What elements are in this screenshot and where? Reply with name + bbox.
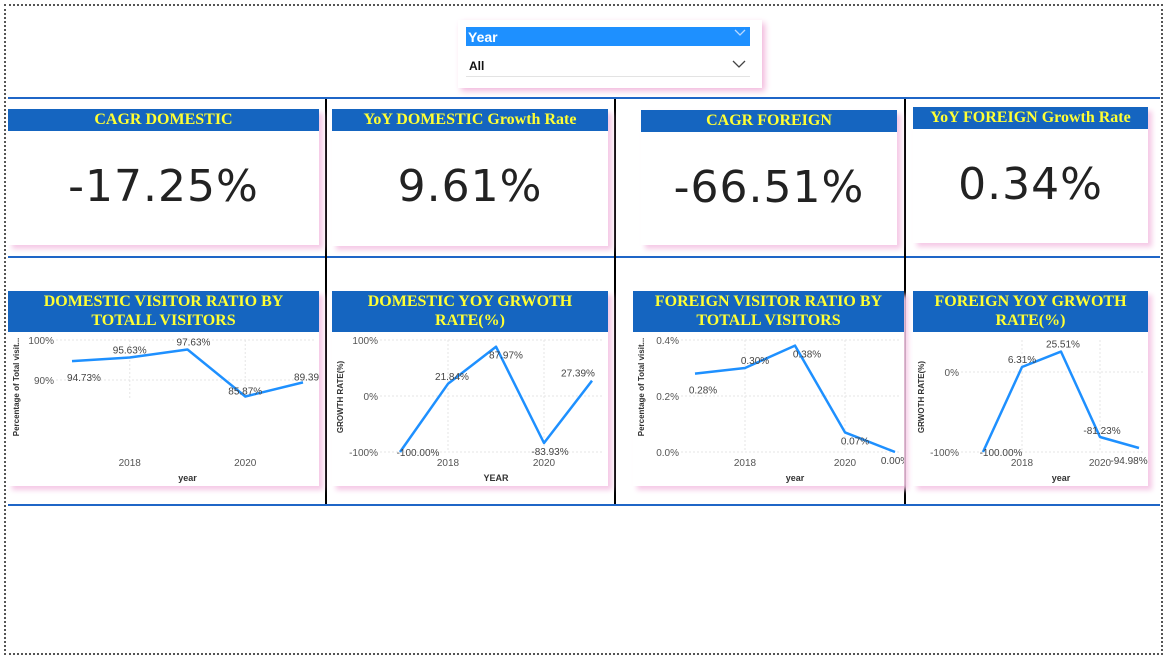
data-label: 27.39% (561, 369, 595, 380)
slicer-header[interactable]: Year (466, 27, 750, 46)
x-axis-title: year (1052, 473, 1071, 483)
kpi-card-yoy-domestic[interactable]: YoY DOMESTIC Growth Rate 9.61% (332, 109, 608, 246)
chart-title: FOREIGN YOY GRWOTH RATE(%) (913, 291, 1148, 332)
line-chart-domestic-ratio[interactable]: 90% 100% 2018 2020 year Percentage of Total v… (8, 332, 319, 486)
data-label: -100.00% (980, 448, 1023, 459)
chart-title: DOMESTIC YOY GRWOTH RATE(%) (332, 291, 608, 332)
kpi-value: 9.61% (397, 161, 543, 212)
chart-card-domestic-ratio[interactable]: DOMESTIC VISITOR RATIO BY TOTALL VISITORS… (8, 291, 319, 486)
divider-col-2 (614, 99, 616, 504)
data-label: 0.07% (841, 436, 869, 447)
divider-col-1 (325, 99, 327, 504)
chart-title-line-1: FOREIGN VISITOR RATIO BY (654, 293, 883, 310)
slicer-title: Year (468, 29, 498, 45)
data-label: -94.98% (1110, 456, 1147, 467)
data-label: 97.63% (177, 337, 211, 348)
x-axis-title: year (178, 473, 197, 483)
x-tick-label: 2018 (119, 458, 142, 469)
year-slicer[interactable]: Year All (458, 20, 762, 88)
x-tick-label: 2018 (734, 458, 757, 469)
data-label: -100.00% (397, 448, 440, 459)
series-line (398, 345, 593, 453)
data-label: 0.38% (793, 350, 821, 361)
x-tick-label: 2020 (834, 458, 857, 469)
data-label: 21.84% (435, 372, 469, 383)
chart-title-line-1: FOREIGN YOY GRWOTH (934, 293, 1127, 310)
divider-middle (8, 256, 1160, 258)
y-axis-title: Percentage of Total visit... (637, 338, 646, 437)
y-tick-label: 0% (945, 368, 960, 379)
kpi-card-cagr-domestic[interactable]: CAGR DOMESTIC -17.25% (8, 109, 319, 245)
kpi-title: YoY DOMESTIC Growth Rate (332, 109, 608, 131)
x-tick-label: 2020 (1089, 458, 1112, 469)
y-tick-label: -100% (930, 448, 959, 459)
x-tick-label: 2020 (234, 458, 257, 469)
data-label: -81.23% (1083, 426, 1120, 437)
series-line (71, 348, 304, 398)
y-tick-label: 0% (364, 392, 379, 403)
data-label: 95.63% (113, 345, 147, 356)
x-axis-title: YEAR (483, 473, 509, 483)
chart-title-line-2: RATE(%) (435, 312, 505, 329)
y-tick-label: 0.2% (656, 392, 679, 403)
data-label: 85.87% (228, 387, 262, 398)
chart-card-foreign-ratio[interactable]: FOREIGN VISITOR RATIO BY TOTALL VISITORS … (633, 291, 904, 486)
divider-col-3 (904, 99, 906, 504)
y-tick-label: -100% (349, 448, 378, 459)
chevron-down-icon[interactable] (733, 26, 747, 40)
chart-title: FOREIGN VISITOR RATIO BY TOTALL VISITORS (633, 291, 904, 332)
data-label: 0.00% (881, 456, 904, 467)
divider-bottom (8, 504, 1160, 506)
divider-top (8, 97, 1160, 99)
line-chart-foreign-ratio[interactable]: 0.0% 0.2% 0.4% 2018 2020 year Percentage of To… (633, 332, 904, 486)
data-label: 0.30% (741, 356, 769, 367)
line-chart-foreign-yoy[interactable]: -100% 0% 2018 2020 year GRWOTH RATE(%) -100.00… (913, 332, 1148, 486)
kpi-value: -17.25% (68, 161, 259, 212)
y-tick-label: 0.4% (656, 336, 679, 347)
chart-card-foreign-yoy[interactable]: FOREIGN YOY GRWOTH RATE(%) -100% 0% 2018 202… (913, 291, 1148, 486)
chart-title-line-2: TOTALL VISITORS (696, 312, 841, 329)
y-axis-title: GROWTH RATE(%) (336, 361, 345, 434)
chart-title: DOMESTIC VISITOR RATIO BY TOTALL VISITORS (8, 291, 319, 332)
y-tick-label: 100% (28, 336, 54, 347)
y-tick-label: 100% (352, 336, 378, 347)
line-chart-domestic-yoy[interactable]: -100% 0% 100% 2018 2020 YEAR GROWTH RATE(%) -10… (332, 332, 608, 486)
slicer-selected-value: All (469, 59, 485, 73)
y-axis-title: GRWOTH RATE(%) (917, 361, 926, 433)
x-tick-label: 2018 (437, 458, 460, 469)
slicer-dropdown[interactable]: All (466, 54, 750, 77)
y-tick-label: 90% (34, 376, 54, 387)
data-label: 89.39% (294, 372, 319, 383)
chart-title-line-2: TOTALL VISITORS (91, 312, 236, 329)
data-label: 6.31% (1008, 355, 1036, 366)
kpi-card-yoy-foreign[interactable]: YoY FOREIGN Growth Rate 0.34% (913, 107, 1148, 243)
kpi-title: YoY FOREIGN Growth Rate (913, 107, 1148, 129)
y-tick-label: 0.0% (656, 448, 679, 459)
chart-title-line-2: RATE(%) (995, 312, 1066, 329)
data-label: 0.28% (689, 386, 717, 397)
x-tick-label: 2020 (533, 458, 556, 469)
kpi-value: 0.34% (958, 159, 1103, 210)
kpi-value: -66.51% (673, 162, 865, 213)
kpi-title: CAGR FOREIGN (641, 110, 897, 132)
x-tick-label: 2018 (1011, 458, 1034, 469)
x-axis-title: year (786, 473, 805, 483)
kpi-card-cagr-foreign[interactable]: CAGR FOREIGN -66.51% (641, 110, 897, 245)
data-label: -83.93% (531, 447, 568, 458)
data-label: 87.97% (489, 351, 523, 362)
chart-title-line-1: DOMESTIC YOY GRWOTH (367, 293, 573, 310)
data-label: 25.51% (1046, 340, 1080, 351)
kpi-title: CAGR DOMESTIC (8, 109, 319, 131)
chevron-down-icon[interactable] (732, 58, 746, 70)
y-axis-title: Percentage of Total visit... (12, 338, 21, 437)
chart-card-domestic-yoy[interactable]: DOMESTIC YOY GRWOTH RATE(%) -100% 0% 100% 20… (332, 291, 608, 486)
data-label: 94.73% (67, 373, 101, 384)
chart-title-line-1: DOMESTIC VISITOR RATIO BY (43, 293, 284, 310)
